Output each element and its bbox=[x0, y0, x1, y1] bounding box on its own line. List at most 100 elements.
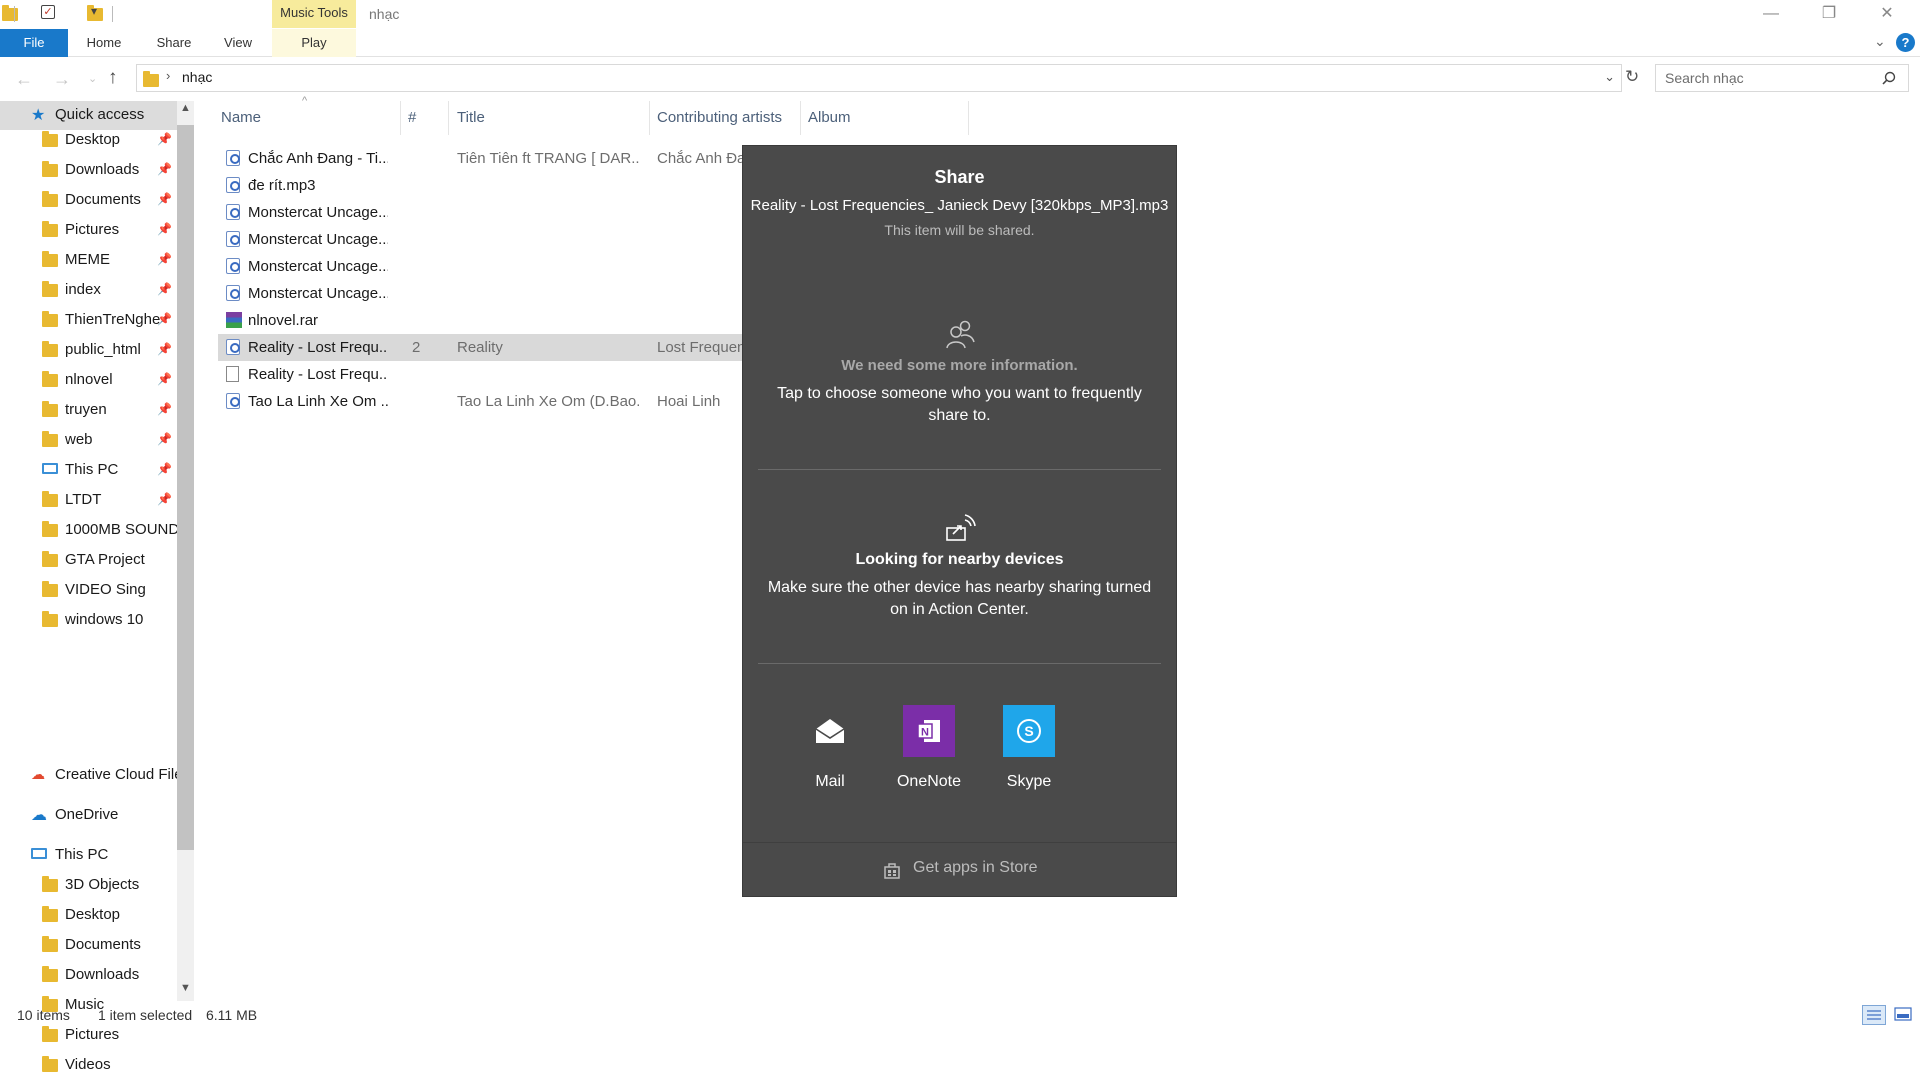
table-row[interactable]: đe rít.mp3 bbox=[218, 172, 748, 199]
nav-onedrive[interactable]: ☁ OneDrive bbox=[0, 801, 178, 830]
divider bbox=[758, 663, 1161, 664]
nav-pc-item[interactable]: Desktop bbox=[0, 901, 178, 930]
tab-file[interactable]: File bbox=[0, 29, 68, 57]
breadcrumb-chevron-icon[interactable]: › bbox=[166, 68, 170, 83]
archive-icon bbox=[226, 312, 242, 328]
nav-item[interactable]: index 📌 bbox=[0, 276, 178, 305]
nav-item[interactable]: truyen 📌 bbox=[0, 396, 178, 425]
nav-item[interactable]: public_html 📌 bbox=[0, 336, 178, 365]
nav-pc-item[interactable]: 3D Objects bbox=[0, 871, 178, 900]
breadcrumb[interactable]: nhạc bbox=[182, 69, 212, 85]
table-row[interactable]: Monstercat Uncage... bbox=[218, 199, 748, 226]
contacts-icon[interactable] bbox=[944, 318, 976, 350]
column-separator[interactable] bbox=[400, 101, 401, 135]
pin-icon[interactable]: 📌 bbox=[157, 462, 172, 476]
forward-arrow-icon[interactable]: → bbox=[53, 69, 71, 90]
pin-icon[interactable]: 📌 bbox=[157, 312, 172, 326]
pin-icon[interactable]: 📌 bbox=[157, 282, 172, 296]
tap-choose-contact[interactable]: Tap to choose someone who you want to fr… bbox=[768, 383, 1151, 427]
nav-item[interactable]: Downloads 📌 bbox=[0, 156, 178, 185]
nav-pc-item[interactable]: Downloads bbox=[0, 961, 178, 990]
table-row[interactable]: Monstercat Uncage... bbox=[218, 226, 748, 253]
nav-pc-item[interactable]: Videos bbox=[0, 1051, 178, 1080]
pin-icon[interactable]: 📌 bbox=[157, 492, 172, 506]
table-row[interactable]: nlnovel.rar bbox=[218, 307, 748, 334]
column-separator[interactable] bbox=[800, 101, 801, 135]
search-icon[interactable] bbox=[1882, 71, 1896, 85]
maximize-button[interactable]: ❐ bbox=[1800, 0, 1858, 29]
pin-icon[interactable]: 📌 bbox=[157, 132, 172, 146]
minimize-button[interactable]: — bbox=[1742, 0, 1800, 29]
nav-item[interactable]: Pictures 📌 bbox=[0, 216, 178, 245]
scroll-down-icon[interactable]: ▼ bbox=[178, 982, 193, 994]
table-row[interactable]: Monstercat Uncage... bbox=[218, 253, 748, 280]
pin-icon[interactable]: 📌 bbox=[157, 372, 172, 386]
folder-icon bbox=[143, 71, 159, 87]
pin-icon[interactable]: 📌 bbox=[157, 402, 172, 416]
pin-icon[interactable]: 📌 bbox=[157, 432, 172, 446]
pin-icon[interactable]: 📌 bbox=[157, 342, 172, 356]
nav-item[interactable]: Desktop 📌 bbox=[0, 126, 178, 155]
nav-item[interactable]: MEME 📌 bbox=[0, 246, 178, 275]
details-view-button[interactable] bbox=[1862, 1005, 1886, 1025]
ribbon-tabs: File Home Share View Play ⌄ ? bbox=[0, 29, 1920, 57]
properties-icon[interactable]: ✓ bbox=[41, 5, 55, 19]
refresh-icon[interactable]: ↻ bbox=[1625, 67, 1639, 87]
tab-home[interactable]: Home bbox=[80, 29, 128, 57]
nav-this-pc[interactable]: This PC bbox=[0, 841, 178, 870]
pin-icon[interactable]: 📌 bbox=[157, 162, 172, 176]
tab-play[interactable]: Play bbox=[290, 29, 338, 57]
column-header-name[interactable]: Name bbox=[221, 109, 261, 126]
nav-item[interactable]: GTA Project bbox=[0, 546, 178, 575]
nav-item[interactable]: Documents 📌 bbox=[0, 186, 178, 215]
pin-icon[interactable]: 📌 bbox=[157, 192, 172, 206]
help-icon[interactable]: ? bbox=[1896, 33, 1915, 52]
nav-item[interactable]: VIDEO Sing bbox=[0, 576, 178, 605]
chevron-down-icon[interactable]: ⌄ bbox=[1874, 33, 1886, 50]
up-arrow-icon[interactable]: ↑ bbox=[108, 67, 118, 89]
column-header-title[interactable]: Title bbox=[457, 109, 485, 126]
recent-locations-chevron-icon[interactable]: ⌄ bbox=[88, 72, 97, 85]
nav-item[interactable]: LTDT 📌 bbox=[0, 486, 178, 515]
nav-item[interactable]: 1000MB SOUND bbox=[0, 516, 178, 545]
back-arrow-icon[interactable]: ← bbox=[15, 69, 33, 90]
address-bar[interactable]: › ⌄ bbox=[136, 64, 1622, 92]
sort-ascending-icon: ^ bbox=[302, 95, 308, 107]
table-row[interactable]: Chắc Anh Đang - Ti... Tiên Tiên ft TRANG … bbox=[218, 145, 748, 172]
customize-toolbar-icon[interactable]: ▾ bbox=[91, 4, 97, 18]
nav-pc-item[interactable]: Documents bbox=[0, 931, 178, 960]
audio-file-icon bbox=[226, 150, 240, 166]
column-header-album[interactable]: Album bbox=[808, 109, 851, 126]
column-header-artists[interactable]: Contributing artists bbox=[657, 109, 782, 126]
table-row[interactable]: Reality - Lost Frequ... 2 Reality Lost Freq… bbox=[218, 334, 748, 361]
pin-icon[interactable]: 📌 bbox=[157, 252, 172, 266]
table-row[interactable]: Monstercat Uncage... bbox=[218, 280, 748, 307]
nav-item[interactable]: This PC 📌 bbox=[0, 456, 178, 485]
pin-icon[interactable]: 📌 bbox=[157, 222, 172, 236]
nav-creative-cloud[interactable]: ☁ Creative Cloud File bbox=[0, 761, 178, 790]
nav-item[interactable]: ThienTreNghe 📌 bbox=[0, 306, 178, 335]
column-header-number[interactable]: # bbox=[408, 109, 416, 126]
address-dropdown-chevron-icon[interactable]: ⌄ bbox=[1604, 69, 1615, 85]
column-separator[interactable] bbox=[968, 101, 969, 135]
table-row[interactable]: Reality - Lost Frequ... bbox=[218, 361, 748, 388]
nearby-share-icon bbox=[946, 514, 976, 541]
nav-scrollbar-thumb[interactable] bbox=[177, 125, 194, 850]
get-apps-in-store[interactable]: Get apps in Store bbox=[743, 842, 1176, 897]
nav-item[interactable]: web 📌 bbox=[0, 426, 178, 455]
scroll-up-icon[interactable]: ▲ bbox=[178, 102, 193, 114]
share-app-skype[interactable]: S Skype bbox=[989, 705, 1069, 791]
tab-view[interactable]: View bbox=[214, 29, 262, 57]
tab-share[interactable]: Share bbox=[150, 29, 198, 57]
column-separator[interactable] bbox=[448, 101, 449, 135]
share-app-onenote[interactable]: N OneNote bbox=[889, 705, 969, 791]
nav-item[interactable]: nlnovel 📌 bbox=[0, 366, 178, 395]
column-separator[interactable] bbox=[649, 101, 650, 135]
nav-item[interactable]: windows 10 bbox=[0, 606, 178, 635]
folder-icon bbox=[42, 311, 58, 327]
close-button[interactable]: ✕ bbox=[1858, 0, 1916, 29]
large-icons-view-button[interactable] bbox=[1892, 1005, 1916, 1025]
share-app-mail[interactable]: Mail bbox=[790, 705, 870, 791]
table-row[interactable]: Tao La Linh Xe Om ... Tao La Linh Xe Om (… bbox=[218, 388, 748, 415]
share-title: Share bbox=[934, 167, 985, 187]
